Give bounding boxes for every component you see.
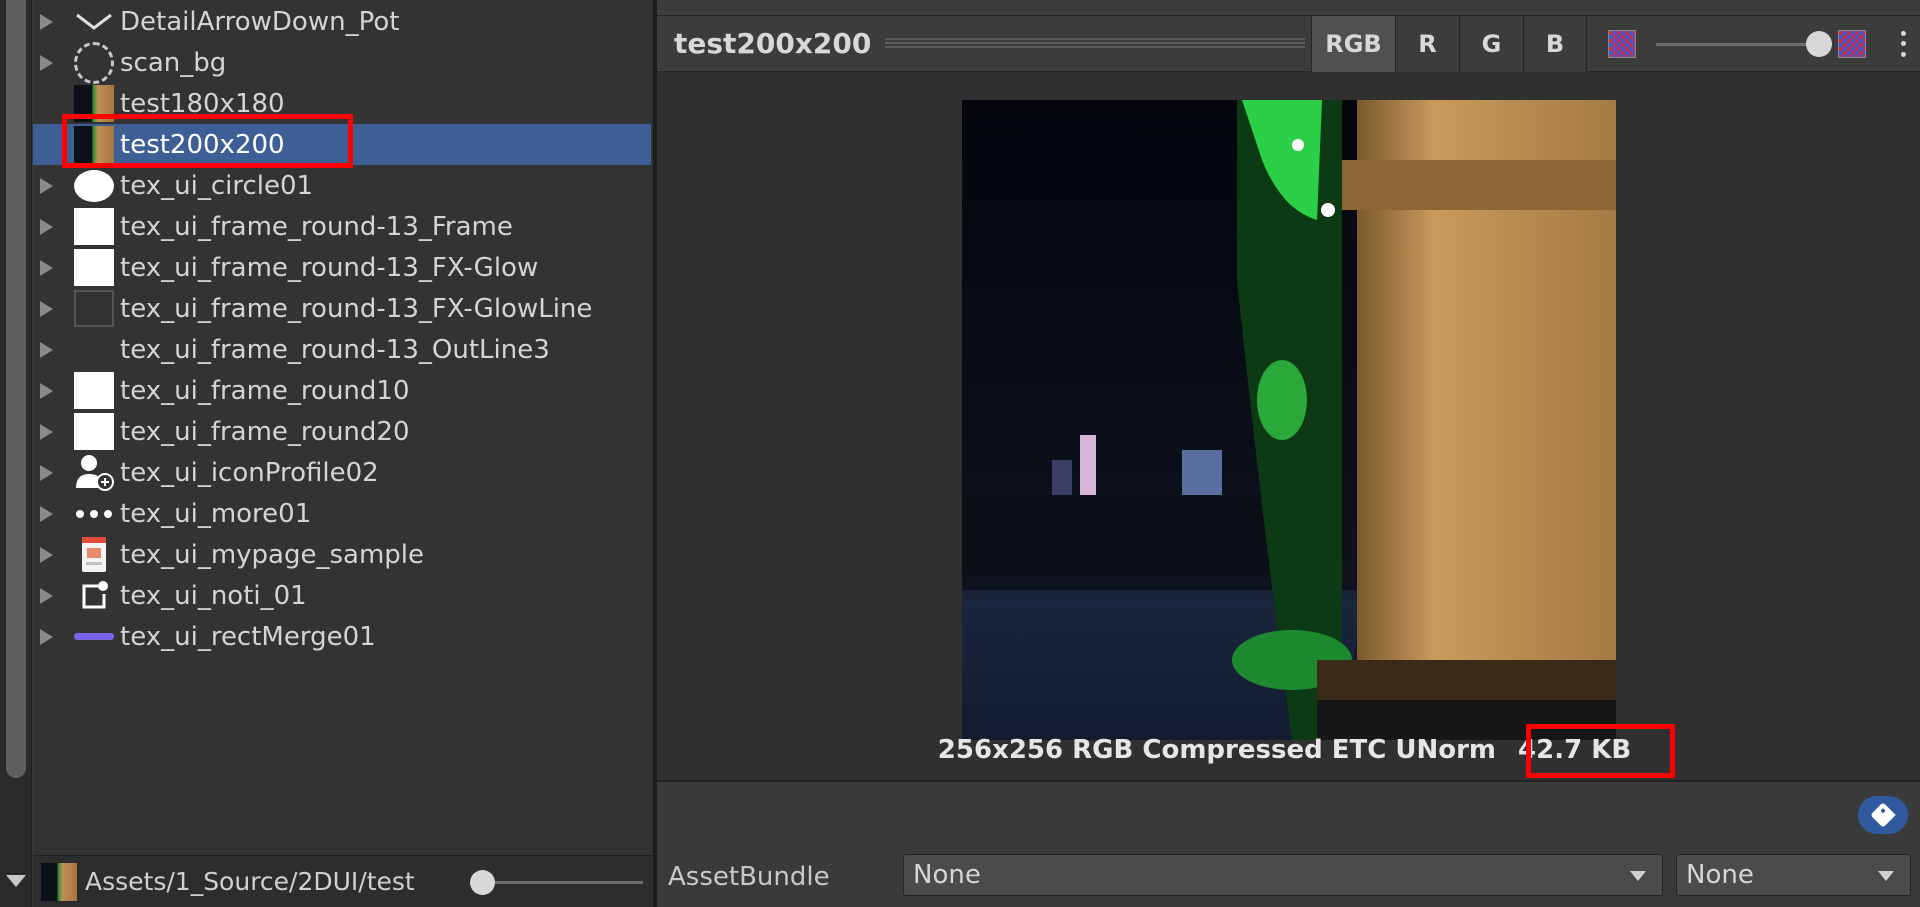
dashed-circle-icon <box>74 41 114 84</box>
list-item[interactable]: tex_ui_iconProfile02 <box>33 452 653 493</box>
photo-thumbnail-icon <box>74 126 114 163</box>
asset-label: tex_ui_frame_round10 <box>120 376 410 406</box>
mip-level-slider-knob[interactable] <box>1806 31 1832 57</box>
list-item[interactable]: tex_ui_frame_round-13_FX-GlowLine <box>33 288 653 329</box>
white-square-icon <box>74 208 114 245</box>
mip-small-icon <box>1608 30 1636 58</box>
list-item[interactable]: tex_ui_frame_round-13_OutLine3 <box>33 329 653 370</box>
asset-bundle-label: AssetBundle <box>668 862 830 892</box>
fold-arrow-icon[interactable] <box>40 260 53 276</box>
asset-label: tex_ui_frame_round-13_OutLine3 <box>120 335 550 365</box>
fold-arrow-icon[interactable] <box>40 55 53 71</box>
preview-toolbar: test200x200 RGB R G B <box>657 16 1920 72</box>
asset-list: DetailArrowDown_Pot scan_bg test180x180 … <box>33 0 653 850</box>
path-bar: Assets/1_Source/2DUI/test <box>33 855 653 907</box>
white-circle-icon <box>74 167 114 204</box>
asset-label: tex_ui_noti_01 <box>120 581 307 611</box>
project-scrollbar[interactable] <box>0 0 32 907</box>
scroll-down-arrow-icon[interactable] <box>6 875 26 887</box>
list-item[interactable]: scan_bg <box>33 41 653 84</box>
fold-arrow-icon[interactable] <box>40 219 53 235</box>
asset-label: test180x180 <box>120 89 285 119</box>
channel-g-button[interactable]: G <box>1459 16 1523 72</box>
preview-panel: test200x200 RGB R G B 256x256 RGB Compre… <box>657 0 1920 907</box>
icon-size-slider-knob[interactable] <box>470 870 495 895</box>
list-item[interactable]: tex_ui_frame_round10 <box>33 370 653 411</box>
more-dots-icon <box>74 495 114 532</box>
photo-thumbnail-icon <box>41 863 77 901</box>
profile-add-icon <box>74 454 114 491</box>
fold-arrow-icon[interactable] <box>40 547 53 563</box>
fold-arrow-icon[interactable] <box>40 383 53 399</box>
fold-arrow-icon[interactable] <box>40 629 53 645</box>
fold-arrow-icon[interactable] <box>40 178 53 194</box>
chevron-down-icon <box>1878 871 1894 881</box>
asset-label: tex_ui_mypage_sample <box>120 540 425 570</box>
asset-label: test200x200 <box>120 130 285 160</box>
asset-bundle-variant-dropdown[interactable]: None <box>1676 854 1911 896</box>
list-item[interactable]: tex_ui_rectMerge01 <box>33 616 653 657</box>
asset-label: tex_ui_frame_round20 <box>120 417 410 447</box>
channel-rgb-button[interactable]: RGB <box>1311 16 1395 72</box>
fold-arrow-icon[interactable] <box>40 424 53 440</box>
asset-label: tex_ui_iconProfile02 <box>120 458 379 488</box>
more-menu-icon[interactable] <box>1893 28 1913 60</box>
blank-icon <box>74 331 114 368</box>
asset-bundle-variant-value: None <box>1686 860 1754 890</box>
asset-label: tex_ui_frame_round-13_Frame <box>120 212 513 242</box>
asset-label: tex_ui_frame_round-13_FX-Glow <box>120 253 539 283</box>
fold-arrow-icon[interactable] <box>40 588 53 604</box>
asset-label: tex_ui_rectMerge01 <box>120 622 376 652</box>
asset-bundle-value: None <box>913 860 981 890</box>
scrollbar-thumb[interactable] <box>6 0 26 778</box>
list-item[interactable]: test180x180 <box>33 83 653 124</box>
chevron-down-icon <box>1630 871 1646 881</box>
preview-title: test200x200 <box>674 27 872 60</box>
list-item[interactable]: DetailArrowDown_Pot <box>33 1 653 42</box>
mip-level-slider[interactable] <box>1656 43 1816 46</box>
list-item[interactable]: tex_ui_circle01 <box>33 165 653 206</box>
texture-format: 256x256 RGB Compressed ETC UNorm <box>937 735 1497 765</box>
icon-size-slider[interactable] <box>483 881 643 884</box>
asset-label: scan_bg <box>120 48 227 78</box>
white-square-icon <box>74 372 114 409</box>
fold-arrow-icon[interactable] <box>40 14 53 30</box>
asset-labels-area: AssetBundle None None <box>657 782 1920 907</box>
phone-mockup-icon <box>74 536 114 573</box>
texture-size: 42.7 KB <box>1518 735 1632 765</box>
list-item[interactable]: tex_ui_frame_round20 <box>33 411 653 452</box>
project-panel: DetailArrowDown_Pot scan_bg test180x180 … <box>33 0 653 907</box>
list-item-selected[interactable]: test200x200 <box>33 124 651 165</box>
channel-r-button[interactable]: R <box>1395 16 1459 72</box>
asset-bundle-dropdown[interactable]: None <box>903 854 1663 896</box>
asset-label: tex_ui_frame_round-13_FX-GlowLine <box>120 294 593 324</box>
fold-arrow-icon[interactable] <box>40 465 53 481</box>
purple-bar-icon <box>74 618 114 655</box>
notification-icon <box>74 577 114 614</box>
mip-large-icon <box>1838 30 1866 58</box>
list-item[interactable]: tex_ui_mypage_sample <box>33 534 653 575</box>
drag-handle[interactable] <box>885 38 1305 50</box>
tag-icon[interactable] <box>1858 796 1908 834</box>
list-item[interactable]: tex_ui_more01 <box>33 493 653 534</box>
outline-square-icon <box>74 290 114 327</box>
inspector-strip <box>657 0 1920 16</box>
texture-info: 256x256 RGB Compressed ETC UNorm 42.7 KB <box>657 730 1920 770</box>
white-square-icon <box>74 249 114 286</box>
list-item[interactable]: tex_ui_frame_round-13_Frame <box>33 206 653 247</box>
asset-label: tex_ui_more01 <box>120 499 312 529</box>
chevron-down-icon <box>74 3 114 40</box>
fold-arrow-icon[interactable] <box>40 506 53 522</box>
texture-preview-image <box>962 100 1616 740</box>
white-square-icon <box>74 413 114 450</box>
list-item[interactable]: tex_ui_frame_round-13_FX-Glow <box>33 247 653 288</box>
list-item[interactable]: tex_ui_noti_01 <box>33 575 653 616</box>
asset-path: Assets/1_Source/2DUI/test <box>85 867 415 896</box>
asset-label: DetailArrowDown_Pot <box>120 7 400 37</box>
asset-label: tex_ui_circle01 <box>120 171 314 201</box>
fold-arrow-icon[interactable] <box>40 342 53 358</box>
fold-arrow-icon[interactable] <box>40 301 53 317</box>
channel-b-button[interactable]: B <box>1523 16 1587 72</box>
photo-thumbnail-icon <box>74 85 114 122</box>
